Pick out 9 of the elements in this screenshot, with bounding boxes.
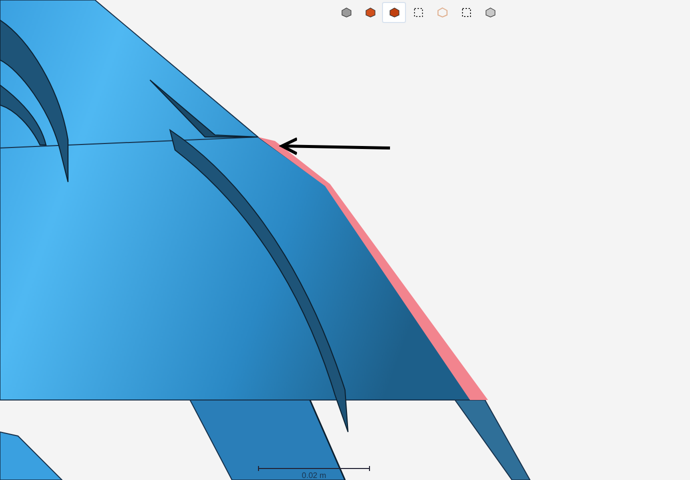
dotted-cube-icon xyxy=(412,7,424,18)
cube-icon xyxy=(484,7,496,18)
scale-label: 0.02 m xyxy=(302,471,326,480)
view-mode-button[interactable] xyxy=(382,2,406,23)
cube-icon xyxy=(364,7,376,18)
cube-icon xyxy=(388,7,400,18)
cube-icon xyxy=(340,7,352,18)
cube-outline-icon xyxy=(436,7,448,18)
dotted-cube-icon xyxy=(460,7,472,18)
